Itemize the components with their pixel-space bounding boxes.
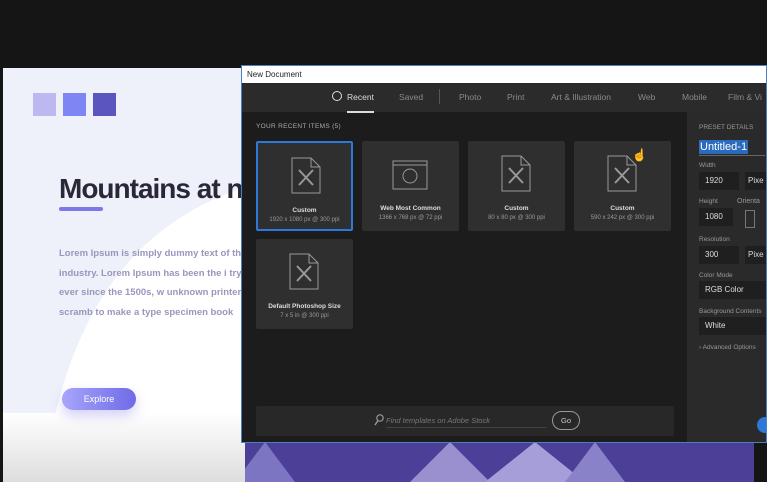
tab-divider [439,89,440,104]
document-icon [289,253,319,290]
resolution-input[interactable]: 300 [699,246,739,264]
item-size: 1366 x 768 px @ 72 ppi [378,215,443,221]
height-label: Height [699,198,718,205]
portrait-orientation-icon[interactable] [745,210,755,228]
recent-item[interactable]: Custom 80 x 80 px @ 300 ppi [468,141,565,231]
advanced-options-toggle[interactable]: › Advanced Options [699,344,756,351]
create-button[interactable] [757,417,766,433]
recent-item[interactable]: Web Most Common 1366 x 768 px @ 72 ppi [362,141,459,231]
tab-print[interactable]: Print [507,92,524,102]
recent-items-heading: YOUR RECENT ITEMS (5) [256,123,341,130]
document-icon [501,155,531,192]
tab-web[interactable]: Web [638,92,655,102]
stock-search-input[interactable] [386,414,546,428]
document-name-field[interactable]: Untitled-1 [699,140,749,154]
recent-item[interactable]: Custom 590 x 242 px @ 300 ppi [574,141,671,231]
document-icon [291,157,321,194]
width-label: Width [699,162,716,169]
item-name: Default Photoshop Size [268,303,341,310]
width-unit-select[interactable]: Pixe [745,172,766,190]
resolution-unit-select[interactable]: Pixe [745,246,766,264]
swatch-light [33,93,56,116]
item-size: 1920 x 1080 px @ 300 ppi [269,217,340,223]
orientation-label: Orienta [737,198,760,205]
recent-item[interactable]: Custom 1920 x 1080 px @ 300 ppi [256,141,353,231]
tab-art-illustration[interactable]: Art & Illustration [551,92,611,102]
name-underline [699,155,765,156]
new-document-dialog: New Document Recent Saved Photo Print Ar… [241,65,767,443]
item-name: Custom [504,205,529,212]
item-name: Web Most Common [380,205,441,212]
explore-button[interactable]: Explore [62,388,136,410]
background-select[interactable]: White [699,317,766,335]
tab-photo[interactable]: Photo [459,92,481,102]
color-mode-select[interactable]: RGB Color [699,281,766,299]
tab-mobile[interactable]: Mobile [682,92,707,102]
hand-cursor-icon: ☝ [632,148,647,162]
hero-title: Mountains at nig [59,173,266,204]
item-name: Custom [292,207,317,214]
dialog-titlebar: New Document [242,66,766,83]
height-input[interactable]: 1080 [699,208,733,226]
item-size: 590 x 242 px @ 300 ppi [590,215,655,221]
mountain-shape [245,443,295,482]
preset-details-panel: PRESET DETAILS Untitled-1 Width 1920 Pix… [687,112,766,442]
item-size: 7 x 5 in @ 300 ppi [280,313,329,319]
background-label: Background Contents [699,308,762,315]
recent-item[interactable]: Default Photoshop Size 7 x 5 in @ 300 pp… [256,239,353,329]
swatch-medium [63,93,86,116]
swatch-dark [93,93,116,116]
resolution-label: Resolution [699,236,730,243]
tab-film-video[interactable]: Film & Vi [728,92,762,102]
item-name: Custom [610,205,635,212]
advanced-options-label: Advanced Options [702,344,756,351]
web-globe-icon [392,160,428,190]
tab-recent[interactable]: Recent [347,92,374,113]
stock-search-bar: Go [256,406,674,436]
width-input[interactable]: 1920 [699,172,739,190]
go-button[interactable]: Go [552,411,580,430]
search-icon [374,414,384,426]
title-underline [59,207,103,211]
mountain-shape [410,443,490,482]
color-mode-label: Color Mode [699,272,733,279]
category-tabs: Recent Saved Photo Print Art & Illustrat… [242,83,766,113]
clock-icon [332,91,342,101]
item-size: 80 x 80 px @ 300 ppi [488,215,545,221]
mountains-image [245,443,754,482]
tab-saved[interactable]: Saved [399,92,423,102]
preset-heading: PRESET DETAILS [699,124,754,131]
mountain-shape [565,443,625,482]
